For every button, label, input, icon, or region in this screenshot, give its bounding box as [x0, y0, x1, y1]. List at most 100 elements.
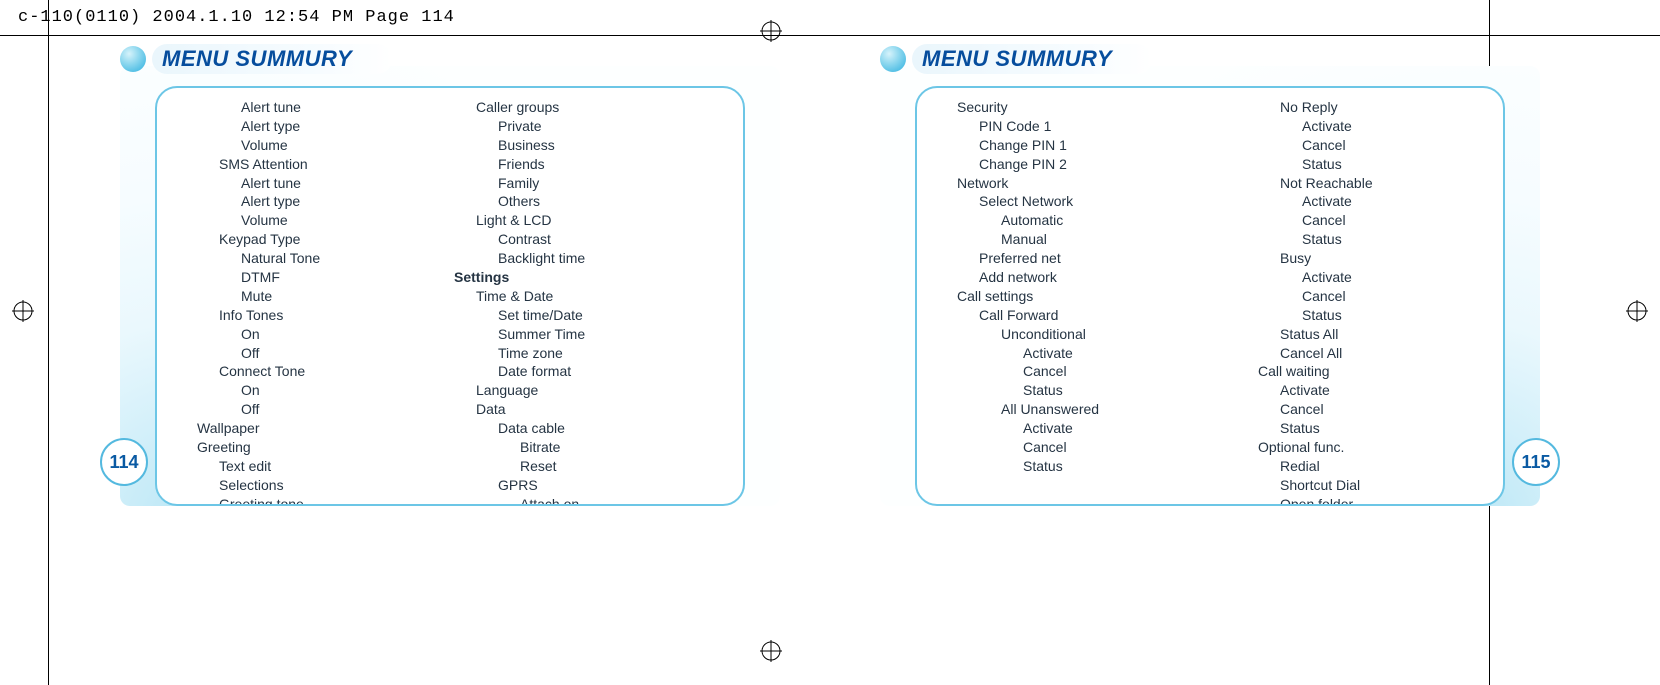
menu-col-1: Alert tuneAlert typeVolumeSMS AttentionA… — [175, 98, 450, 506]
menu-item: Family — [498, 174, 729, 193]
menu-item: Text edit — [219, 457, 450, 476]
menu-item: PIN Code 1 — [979, 117, 1210, 136]
menu-item: GPRS — [498, 476, 729, 495]
menu-col-2: Caller groupsPrivateBusinessFriendsFamil… — [454, 98, 729, 506]
menu-item: Caller groups — [476, 98, 729, 117]
menu-item: Connect Tone — [219, 362, 450, 381]
menu-item: On — [241, 381, 450, 400]
menu-item: Change PIN 2 — [979, 155, 1210, 174]
menu-col-2: No ReplyActivateCancelStatusNot Reachabl… — [1214, 98, 1489, 506]
menu-item: Activate — [1023, 344, 1210, 363]
menu-item: Natural Tone — [241, 249, 450, 268]
menu-item: Data — [476, 400, 729, 419]
menu-item: Automatic — [1001, 211, 1210, 230]
menu-item: Status — [1280, 419, 1489, 438]
menu-item: Set time/Date — [498, 306, 729, 325]
print-slug: c-110(0110) 2004.1.10 12:54 PM Page 114 — [0, 0, 1660, 35]
menu-item: Status All — [1280, 325, 1489, 344]
menu-item: Wallpaper — [197, 419, 450, 438]
menu-item: Alert tune — [241, 174, 450, 193]
menu-item: Cancel All — [1280, 344, 1489, 363]
bullet-icon — [120, 46, 146, 72]
menu-item: Call waiting — [1258, 362, 1489, 381]
crop-mark-left — [12, 300, 34, 322]
menu-item: Greeting tone — [219, 495, 450, 506]
menu-item: Cancel — [1302, 287, 1489, 306]
menu-item: Private — [498, 117, 729, 136]
menu-item: Preferred net — [979, 249, 1210, 268]
menu-item: Security — [957, 98, 1210, 117]
menu-item: Settings — [454, 268, 729, 287]
menu-panel: SecurityPIN Code 1Change PIN 1Change PIN… — [915, 86, 1505, 506]
menu-item: Network — [957, 174, 1210, 193]
menu-item: Time & Date — [476, 287, 729, 306]
menu-item: Activate — [1023, 419, 1210, 438]
menu-item: Not Reachable — [1280, 174, 1489, 193]
menu-item: Status — [1302, 230, 1489, 249]
menu-item: Status — [1302, 155, 1489, 174]
page-114: MENU SUMMURY Alert tuneAlert typeVolumeS… — [120, 44, 780, 506]
menu-item: Keypad Type — [219, 230, 450, 249]
section-heading: MENU SUMMURY — [162, 46, 352, 71]
menu-item: No Reply — [1280, 98, 1489, 117]
menu-item: Attach on — [520, 495, 729, 506]
menu-item: Alert type — [241, 117, 450, 136]
menu-item: DTMF — [241, 268, 450, 287]
menu-item: Cancel — [1023, 438, 1210, 457]
menu-item: Volume — [241, 211, 450, 230]
menu-item: Cancel — [1023, 362, 1210, 381]
menu-item: Activate — [1302, 117, 1489, 136]
menu-item: Status — [1302, 306, 1489, 325]
menu-item: Light & LCD — [476, 211, 729, 230]
section-heading: MENU SUMMURY — [922, 46, 1112, 71]
menu-item: Mute — [241, 287, 450, 306]
menu-item: Selections — [219, 476, 450, 495]
menu-item: Backlight time — [498, 249, 729, 268]
menu-item: Contrast — [498, 230, 729, 249]
menu-item: Call Forward — [979, 306, 1210, 325]
menu-item: Summer Time — [498, 325, 729, 344]
menu-item: Redial — [1280, 457, 1489, 476]
menu-item: Bitrate — [520, 438, 729, 457]
menu-item: Activate — [1302, 192, 1489, 211]
menu-item: Alert type — [241, 192, 450, 211]
menu-item: Time zone — [498, 344, 729, 363]
menu-item: Date format — [498, 362, 729, 381]
menu-item: Language — [476, 381, 729, 400]
menu-item: Status — [1023, 457, 1210, 476]
crop-mark-bottom — [760, 640, 782, 662]
menu-panel: Alert tuneAlert typeVolumeSMS AttentionA… — [155, 86, 745, 506]
menu-item: All Unanswered — [1001, 400, 1210, 419]
menu-item: Change PIN 1 — [979, 136, 1210, 155]
page-number: 114 — [100, 438, 148, 486]
menu-item: Off — [241, 344, 450, 363]
menu-item: Manual — [1001, 230, 1210, 249]
menu-item: Reset — [520, 457, 729, 476]
menu-col-1: SecurityPIN Code 1Change PIN 1Change PIN… — [935, 98, 1210, 506]
page-115: MENU SUMMURY SecurityPIN Code 1Change PI… — [880, 44, 1540, 506]
menu-item: On — [241, 325, 450, 344]
trim-line-left — [48, 0, 49, 685]
menu-item: Info Tones — [219, 306, 450, 325]
menu-item: Unconditional — [1001, 325, 1210, 344]
menu-item: Cancel — [1280, 400, 1489, 419]
menu-item: Open folder — [1280, 495, 1489, 506]
menu-item: Friends — [498, 155, 729, 174]
menu-item: Business — [498, 136, 729, 155]
menu-item: Optional func. — [1258, 438, 1489, 457]
menu-item: Cancel — [1302, 136, 1489, 155]
page-number: 115 — [1512, 438, 1560, 486]
menu-item: Shortcut Dial — [1280, 476, 1489, 495]
menu-item: Status — [1023, 381, 1210, 400]
menu-item: Volume — [241, 136, 450, 155]
menu-item: Select Network — [979, 192, 1210, 211]
menu-item: Off — [241, 400, 450, 419]
menu-item: Activate — [1302, 268, 1489, 287]
menu-item: SMS Attention — [219, 155, 450, 174]
menu-item: Others — [498, 192, 729, 211]
menu-item: Alert tune — [241, 98, 450, 117]
menu-item: Greeting — [197, 438, 450, 457]
menu-item: Activate — [1280, 381, 1489, 400]
menu-item: Busy — [1280, 249, 1489, 268]
menu-item: Cancel — [1302, 211, 1489, 230]
